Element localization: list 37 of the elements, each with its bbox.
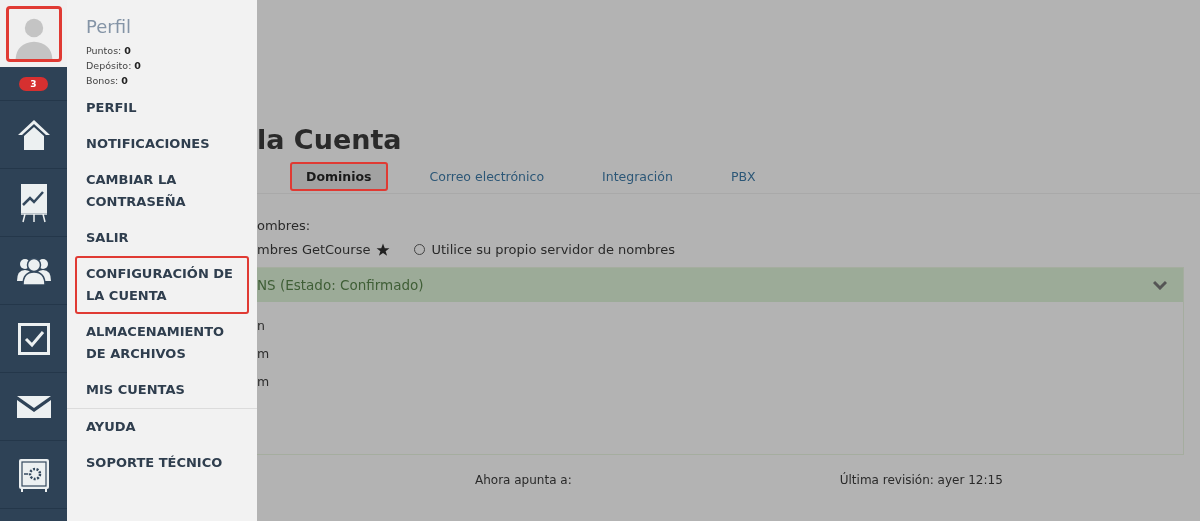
profile-stat: Puntos: 0	[86, 44, 132, 58]
field-label: ombres:	[257, 218, 312, 233]
list-text: n	[257, 318, 266, 335]
footer-text: Última revisión: ayer 12:15	[839, 473, 1003, 487]
menu-item[interactable]: SALIR	[75, 220, 249, 256]
mail-icon[interactable]	[16, 395, 51, 418]
list-text: m	[257, 374, 271, 391]
menu-item[interactable]: PERFIL	[75, 90, 249, 126]
footer-text: Ahora apunta a:	[475, 473, 572, 487]
panel-title: NS (Estado: Confirmado)	[257, 277, 424, 293]
tab[interactable]: Integración	[586, 162, 689, 191]
home-icon[interactable]	[16, 117, 51, 152]
chart-board-icon[interactable]	[18, 182, 49, 223]
chevron-icon[interactable]	[1153, 280, 1167, 290]
profile-stat: Depósito: 0	[86, 59, 142, 73]
star-icon	[376, 242, 391, 257]
menu-item[interactable]: ALMACENAMIENTO DE ARCHIVOS	[75, 314, 249, 372]
safe-icon[interactable]	[17, 457, 50, 492]
page-title: la Cuenta	[257, 124, 403, 156]
menu-item[interactable]: CAMBIAR LA CONTRASEÑA	[75, 162, 249, 220]
menu-item[interactable]: CONFIGURACIÓN DE LA CUENTA	[75, 256, 249, 314]
people-icon[interactable]	[15, 256, 52, 285]
option-label[interactable]: mbres GetCourse	[257, 242, 371, 257]
avatar[interactable]	[5, 5, 62, 62]
menu-item[interactable]: SOPORTE TÉCNICO	[75, 445, 249, 481]
profile-title: Perfil	[86, 16, 133, 37]
tab[interactable]: Dominios	[290, 162, 388, 191]
list-text: m	[257, 346, 271, 363]
tab[interactable]: PBX	[714, 162, 772, 191]
profile-stat: Bonos: 0	[86, 74, 129, 88]
option-label[interactable]: Utilice su propio servidor de nombres	[431, 242, 675, 257]
tab[interactable]: Correo electrónico	[413, 162, 561, 191]
notification-badge[interactable]: 3	[19, 76, 48, 91]
menu-item[interactable]: NOTIFICACIONES	[75, 126, 249, 162]
menu-item[interactable]: MIS CUENTAS	[75, 372, 249, 408]
menu-item[interactable]: AYUDA	[75, 409, 249, 445]
checkbox-icon[interactable]	[17, 322, 50, 355]
